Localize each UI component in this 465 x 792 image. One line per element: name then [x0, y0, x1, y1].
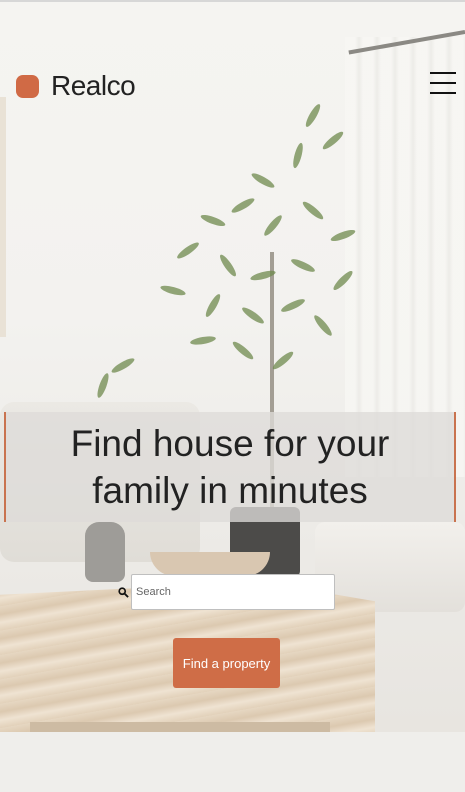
leaf	[303, 102, 323, 129]
leaf	[291, 142, 305, 169]
leaf	[175, 240, 201, 261]
leaf	[229, 195, 257, 216]
leaf	[249, 170, 277, 191]
leaf	[261, 213, 285, 238]
leaf	[300, 199, 326, 222]
leaf	[311, 313, 335, 338]
find-property-button[interactable]: Find a property	[173, 638, 280, 688]
logo-mark-icon	[16, 74, 39, 98]
landing-page: Realco Find house for your family in min…	[0, 0, 465, 792]
leaf	[240, 305, 266, 326]
leaf	[189, 334, 217, 347]
floor	[0, 732, 465, 792]
leaf	[320, 129, 346, 152]
leaf	[199, 212, 227, 229]
curtain	[345, 37, 465, 477]
leaf	[159, 283, 187, 298]
search-input[interactable]	[131, 574, 335, 610]
wall-frame	[0, 97, 6, 337]
search-bar	[116, 574, 335, 610]
vase	[85, 522, 125, 582]
leaf	[109, 355, 137, 376]
leaf	[203, 292, 223, 319]
search-icon	[116, 585, 130, 599]
hero-banner: Find house for your family in minutes	[4, 412, 456, 522]
menu-bar	[430, 72, 456, 74]
hero-title: Find house for your family in minutes	[70, 423, 390, 511]
bowl	[150, 552, 270, 576]
leaf	[217, 252, 239, 279]
brand-name: Realco	[51, 70, 136, 101]
menu-bar	[430, 82, 456, 84]
brand-logo[interactable]: Realco	[16, 70, 136, 102]
leaf	[230, 339, 256, 362]
hamburger-menu-button[interactable]	[430, 72, 456, 98]
leaf	[289, 256, 317, 275]
leaf	[95, 372, 111, 399]
leaf	[270, 349, 296, 372]
leaf	[279, 296, 307, 315]
menu-bar	[430, 92, 456, 94]
